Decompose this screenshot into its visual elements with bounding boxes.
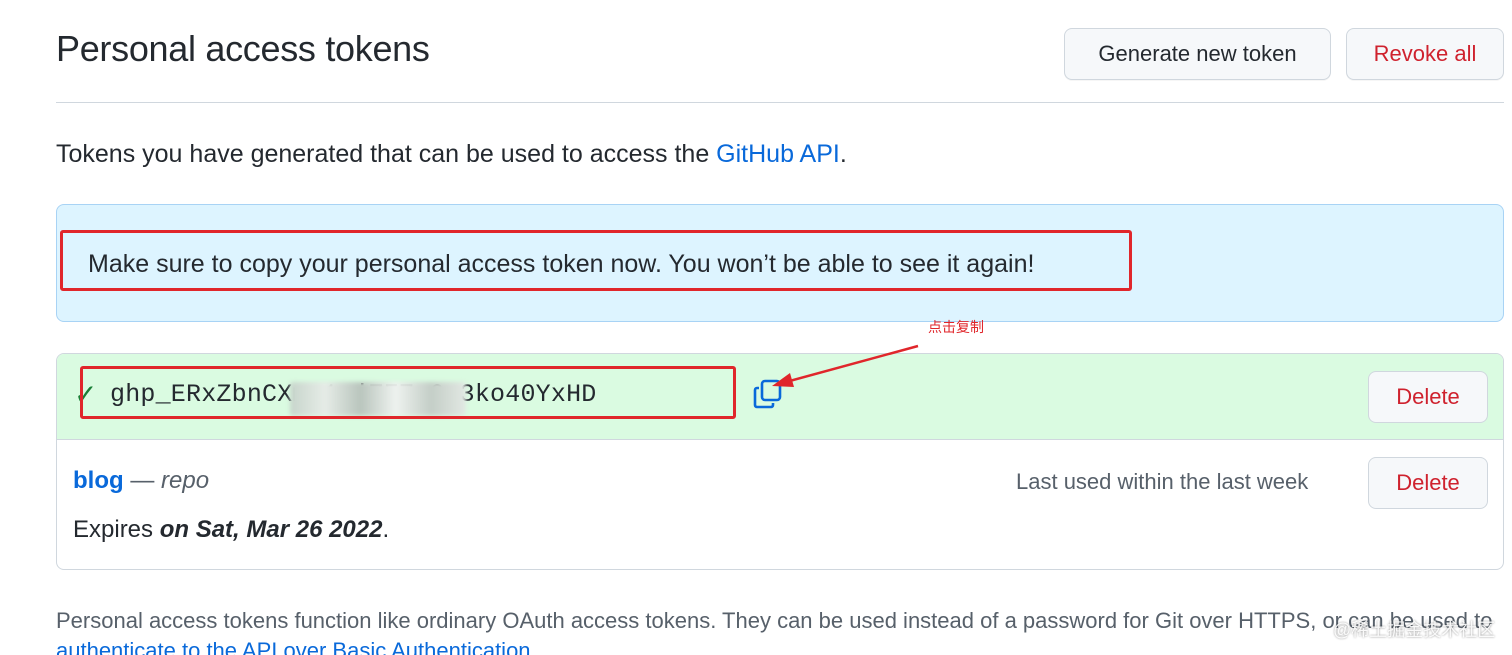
intro-suffix: . (839, 140, 847, 168)
expires-date: on Sat, Mar 26 2022 (159, 516, 383, 543)
annotation-label: 点击复制 (928, 319, 984, 335)
delete-new-token-button[interactable]: Delete (1368, 371, 1488, 423)
watermark: @稀土掘金技术社区 (1333, 620, 1496, 640)
revoke-all-button[interactable]: Revoke all (1346, 28, 1504, 80)
footer-suffix: . (530, 638, 537, 655)
footer-text: Personal access tokens function like ord… (56, 606, 1506, 655)
basic-auth-link[interactable]: authenticate to the API over Basic Authe… (56, 638, 531, 655)
token-scope: repo (161, 467, 210, 494)
token-dash: — (123, 467, 161, 494)
intro-text: Tokens you have generated that can be us… (56, 140, 847, 169)
token-name: blog — repo (73, 467, 209, 495)
token-name-link[interactable]: blog (73, 467, 124, 494)
header-divider (56, 102, 1504, 103)
expires-prefix: Expires (73, 516, 160, 543)
annotation-highlight-flash (60, 230, 1132, 291)
annotation-arrow (772, 344, 919, 387)
delete-token-button[interactable]: Delete (1368, 457, 1488, 509)
intro-label: Tokens you have generated that can be us… (56, 140, 717, 168)
expires-suffix: . (382, 516, 390, 543)
generate-new-token-button[interactable]: Generate new token (1064, 28, 1331, 80)
footer-label: Personal access tokens function like ord… (56, 608, 1493, 633)
last-used-text: Last used within the last week (1016, 469, 1309, 494)
expires-text: Expires on Sat, Mar 26 2022. (73, 516, 389, 544)
annotation-highlight-token (80, 366, 736, 419)
page-title: Personal access tokens (56, 28, 430, 69)
github-api-link[interactable]: GitHub API (716, 140, 840, 168)
